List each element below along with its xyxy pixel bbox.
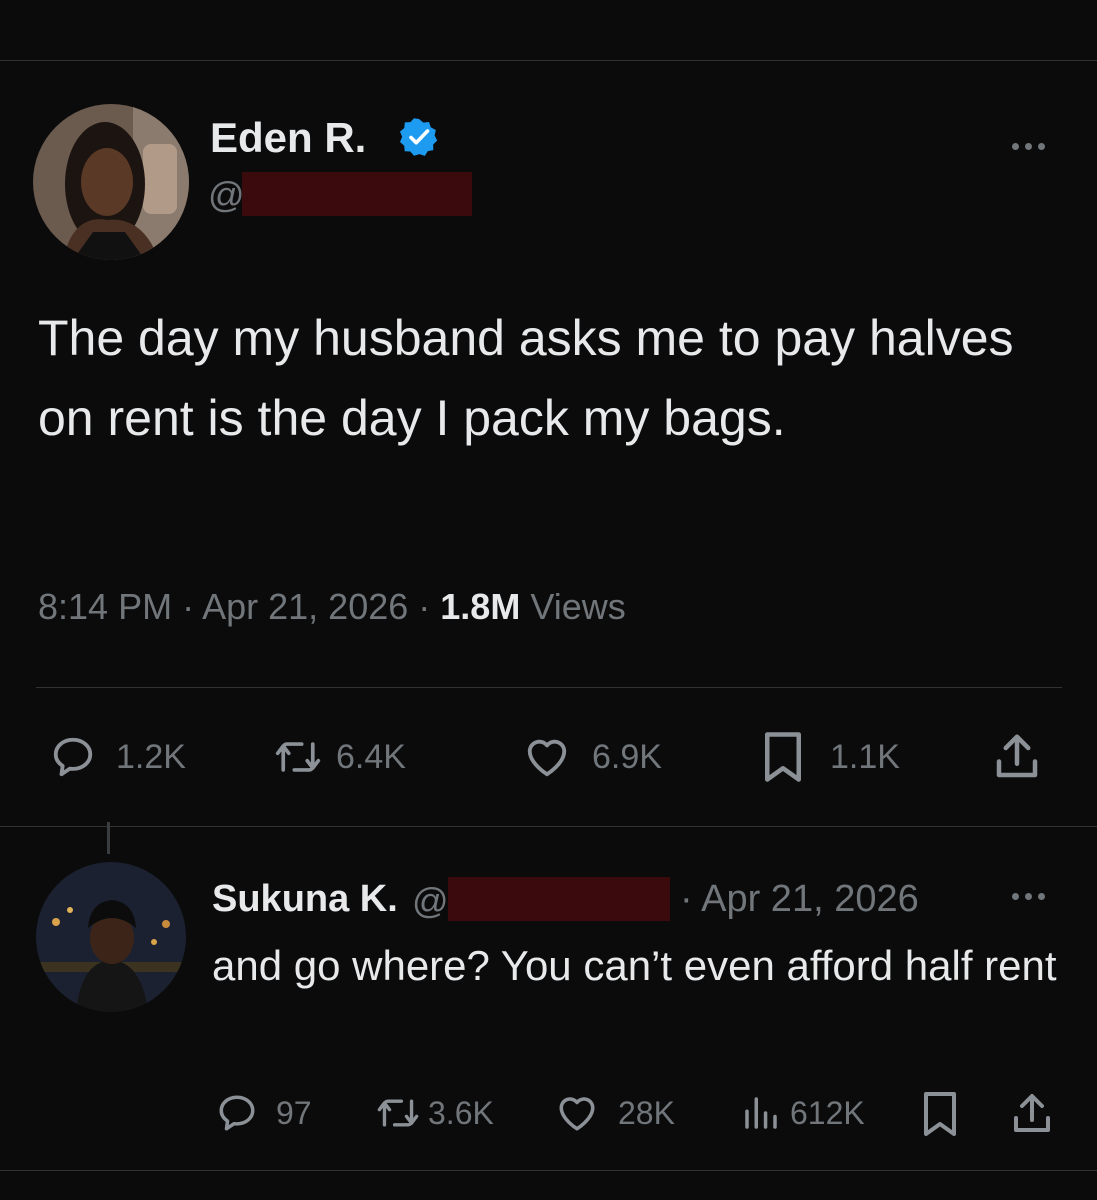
share-button[interactable] — [990, 730, 1044, 784]
reply-icon — [219, 1095, 255, 1131]
reply-button[interactable]: 1.2K — [50, 734, 186, 780]
reply-text: and go where? You can’t even afford half… — [212, 942, 1057, 989]
reply-icon — [53, 737, 93, 777]
top-divider — [0, 60, 1097, 61]
tweet-meta-divider — [36, 687, 1062, 688]
meta-separator: · — [418, 586, 441, 627]
reply-like-button[interactable]: 28K — [554, 1092, 675, 1134]
tweet-time[interactable]: 8:14 PM — [38, 586, 172, 627]
like-count: 6.9K — [592, 737, 662, 776]
reply-bookmark-button[interactable] — [918, 1090, 962, 1138]
reply-share-button[interactable] — [1008, 1090, 1056, 1138]
reply-date[interactable]: · Apr 21, 2026 — [680, 878, 919, 921]
tweet-meta: 8:14 PM · Apr 21, 2026 · 1.8M Views — [38, 586, 626, 628]
repost-button[interactable]: 6.4K — [274, 734, 406, 780]
bookmark-count: 1.1K — [830, 737, 900, 776]
reply-reply-count: 97 — [276, 1094, 312, 1131]
reply-reply-button[interactable]: 97 — [216, 1092, 312, 1134]
author-handle[interactable]: @ — [208, 174, 245, 216]
thread-line — [107, 822, 110, 854]
bookmark-icon — [924, 1092, 956, 1136]
repost-icon — [275, 742, 321, 772]
redacted-handle — [242, 172, 472, 216]
heart-icon — [559, 1097, 595, 1131]
tweet-date[interactable]: Apr 21, 2026 — [202, 586, 408, 627]
reply-author-name[interactable]: Sukuna K. — [212, 878, 398, 921]
views-count: 1.8M — [440, 586, 521, 627]
verified-badge-icon — [400, 118, 438, 161]
tweet-actions-divider — [0, 826, 1097, 827]
views-label: Views — [530, 586, 626, 627]
bookmark-button[interactable]: 1.1K — [758, 730, 900, 784]
views-icon — [745, 1097, 777, 1129]
reply-views-count: 612K — [790, 1094, 865, 1131]
reply-author-handle[interactable]: @ — [412, 880, 449, 922]
reply-like-count: 28K — [618, 1094, 675, 1131]
repost-count: 6.4K — [336, 737, 406, 776]
heart-icon — [527, 739, 567, 777]
reply-bottom-divider — [0, 1170, 1097, 1171]
redacted-handle — [448, 877, 670, 921]
reply-repost-button[interactable]: 3.6K — [376, 1092, 494, 1134]
reply-views-button[interactable]: 612K — [740, 1092, 865, 1134]
reply-avatar[interactable] — [36, 862, 186, 1012]
meta-separator: · — [182, 586, 203, 627]
share-icon — [1014, 1094, 1050, 1132]
tweet-text: The day my husband asks me to pay halves… — [38, 310, 1014, 446]
author-name[interactable]: Eden R. — [210, 114, 366, 162]
like-button[interactable]: 6.9K — [522, 734, 662, 780]
share-icon — [996, 734, 1038, 778]
author-avatar[interactable] — [33, 104, 189, 260]
more-icon[interactable] — [1012, 893, 1045, 900]
more-icon[interactable] — [1012, 143, 1045, 150]
reply-count: 1.2K — [116, 737, 186, 776]
repost-icon — [377, 1099, 419, 1127]
reply-repost-count: 3.6K — [428, 1094, 494, 1131]
bookmark-icon — [765, 732, 801, 782]
